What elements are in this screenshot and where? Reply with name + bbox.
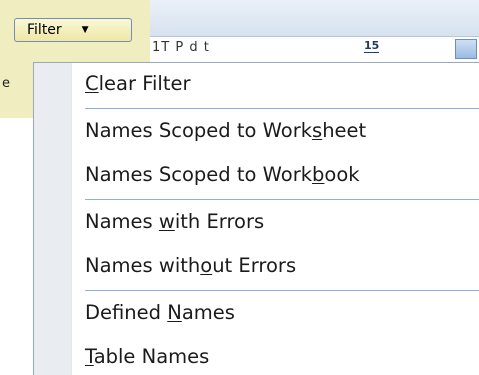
obscured-header-text: 1T P d t bbox=[152, 40, 210, 55]
menu-separator bbox=[85, 108, 479, 109]
menu-item-clear-filter[interactable]: Clear Filter bbox=[85, 67, 191, 101]
filter-menu: Clear Filter Names Scoped to Worksheet N… bbox=[33, 62, 479, 375]
menu-item-names-scoped-worksheet[interactable]: Names Scoped to Worksheet bbox=[85, 114, 366, 148]
menu-item-text: lear Filter bbox=[98, 72, 191, 95]
view-icon[interactable] bbox=[455, 39, 477, 59]
menu-item-names-with-errors[interactable]: Names with Errors bbox=[85, 205, 264, 239]
menu-item-text: heet bbox=[322, 119, 367, 142]
dropdown-arrow-icon[interactable]: ▼ bbox=[82, 25, 89, 35]
menu-item-text: Names with bbox=[85, 254, 201, 277]
menu-item-text: ith Errors bbox=[174, 210, 265, 233]
menu-item-accelerator: T bbox=[85, 345, 94, 368]
menu-item-text: ook bbox=[324, 163, 360, 186]
menu-item-text: ames bbox=[181, 301, 235, 324]
menu-item-accelerator: b bbox=[312, 163, 325, 186]
menu-item-text: able Names bbox=[93, 345, 210, 368]
menu-item-table-names[interactable]: Table Names bbox=[85, 340, 209, 374]
menu-item-names-without-errors[interactable]: Names without Errors bbox=[85, 249, 296, 283]
menu-item-text: Names bbox=[85, 210, 159, 233]
font-size-icon[interactable]: 15 bbox=[364, 39, 380, 53]
menu-item-names-scoped-workbook[interactable]: Names Scoped to Workbook bbox=[85, 158, 360, 192]
menu-item-text: Names Scoped to Work bbox=[85, 163, 313, 186]
menu-separator bbox=[85, 199, 479, 200]
menu-item-defined-names[interactable]: Defined Names bbox=[85, 296, 235, 330]
filter-button[interactable]: Filter ▼ bbox=[14, 18, 132, 42]
menu-separator bbox=[85, 290, 479, 291]
filter-button-label: Filter bbox=[27, 22, 62, 38]
menu-item-accelerator: s bbox=[312, 119, 323, 142]
menu-item-accelerator: w bbox=[158, 210, 175, 233]
obscured-left-text: e bbox=[2, 76, 10, 91]
toolbar-icons: 15 bbox=[360, 38, 479, 60]
menu-item-accelerator: C bbox=[85, 72, 99, 95]
menu-item-accelerator: N bbox=[167, 301, 182, 324]
menu-item-text: ut Errors bbox=[212, 254, 297, 277]
menu-item-text: Defined bbox=[85, 301, 168, 324]
menu-item-accelerator: o bbox=[200, 254, 213, 277]
menu-item-text: Names Scoped to Work bbox=[85, 119, 313, 142]
